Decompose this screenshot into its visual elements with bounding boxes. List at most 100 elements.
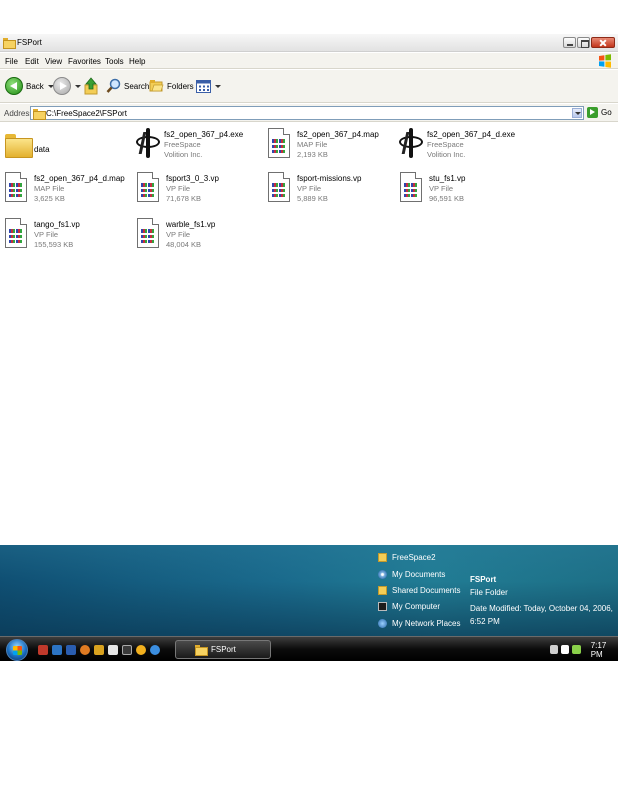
quicklaunch-word-icon[interactable] [66, 645, 76, 655]
file-item-warble-fs1-vp[interactable]: warble_fs1.vp VP File 48,004 KB [137, 218, 267, 262]
place-my-network-places[interactable]: My Network Places [378, 619, 460, 628]
vp-file-icon [137, 218, 159, 248]
file-item-fs2-open-map[interactable]: fs2_open_367_p4.map MAP File 2,193 KB [268, 128, 398, 172]
place-freespace2[interactable]: FreeSpace2 [378, 553, 436, 562]
quicklaunch-aim-icon[interactable] [136, 645, 146, 655]
quicklaunch-media-icon[interactable] [150, 645, 160, 655]
menu-tools[interactable]: Tools [105, 57, 124, 66]
file-name: fsport3_0_3.vp [166, 174, 219, 183]
menu-bar: File Edit View Favorites Tools Help [0, 53, 618, 69]
selection-details: FSPort File Folder Date Modified: Today,… [470, 573, 618, 628]
folders-icon [149, 80, 164, 92]
taskbar: FSPort 7:17 PM [0, 636, 618, 661]
up-folder-button[interactable] [84, 76, 98, 96]
computer-icon [378, 602, 387, 611]
file-item-stu-fs1-vp[interactable]: stu_fs1.vp VP File 96,591 KB [400, 172, 530, 216]
menu-edit[interactable]: Edit [25, 57, 39, 66]
search-button[interactable]: Search [106, 76, 149, 96]
quicklaunch-ie-icon[interactable] [52, 645, 62, 655]
address-input[interactable]: C:\FreeSpace2\FSPort [30, 106, 584, 120]
file-name: fs2_open_367_p4_d.exe [427, 130, 516, 139]
minimize-button[interactable] [563, 37, 576, 48]
place-label: FreeSpace2 [392, 553, 436, 562]
views-button[interactable] [196, 76, 221, 96]
folder-icon [3, 38, 16, 49]
file-type: FreeSpace [427, 140, 464, 149]
file-name: stu_fs1.vp [429, 174, 466, 183]
place-my-documents[interactable]: My Documents [378, 570, 445, 579]
taskbar-button-label: FSPort [211, 645, 236, 654]
folder-icon [378, 586, 387, 595]
tray-network-icon[interactable] [572, 645, 581, 654]
toolbar: Back Search Folders [0, 70, 618, 103]
selected-type: File Folder [470, 588, 508, 597]
clock[interactable]: 7:17 PM [591, 641, 618, 659]
quicklaunch-app-icon[interactable] [94, 645, 104, 655]
menu-favorites[interactable]: Favorites [68, 57, 101, 66]
file-size: 3,625 KB [34, 194, 65, 203]
views-icon [196, 79, 211, 93]
file-type: MAP File [297, 140, 328, 149]
file-type: VP File [429, 184, 454, 193]
place-label: My Network Places [392, 619, 461, 628]
folder-icon [5, 134, 33, 158]
file-size: 96,591 KB [429, 194, 465, 203]
quicklaunch-desktop-icon[interactable] [122, 645, 132, 655]
vp-file-icon [400, 172, 422, 202]
file-item-fsport3-vp[interactable]: fsport3_0_3.vp VP File 71,678 KB [137, 172, 267, 216]
quicklaunch-acrobat-icon[interactable] [38, 645, 48, 655]
menu-help[interactable]: Help [129, 57, 145, 66]
address-bar: Address C:\FreeSpace2\FSPort Go [0, 104, 618, 122]
file-type: VP File [166, 230, 191, 239]
quicklaunch-firefox-icon[interactable] [80, 645, 90, 655]
up-folder-icon [84, 77, 98, 95]
maximize-button[interactable] [577, 37, 590, 48]
file-name: warble_fs1.vp [166, 220, 216, 229]
menu-view[interactable]: View [45, 57, 62, 66]
title-bar[interactable]: FSPort [0, 34, 618, 52]
file-item-fs2-open-d-map[interactable]: fs2_open_367_p4_d.map MAP File 3,625 KB [5, 172, 135, 216]
tray-chevron-icon[interactable] [550, 645, 559, 654]
file-name: fsport-missions.vp [297, 174, 362, 183]
search-label: Search [124, 81, 150, 91]
file-name: data [34, 145, 50, 154]
file-list: data fs2_open_367_p4.exe FreeSpace Volit… [0, 123, 618, 543]
quicklaunch-explorer-icon[interactable] [108, 645, 118, 655]
start-button[interactable] [6, 639, 28, 661]
back-button[interactable]: Back [5, 76, 54, 96]
file-publisher: Volition Inc. [164, 150, 203, 159]
place-shared-documents[interactable]: Shared Documents [378, 586, 460, 595]
go-button[interactable]: Go [587, 107, 612, 118]
network-icon [378, 619, 387, 628]
taskbar-button-fsport[interactable]: FSPort [175, 640, 271, 659]
file-item-fsport-missions-vp[interactable]: fsport-missions.vp VP File 5,889 KB [268, 172, 398, 216]
go-label: Go [601, 108, 612, 117]
search-icon [106, 78, 121, 93]
file-size: 5,889 KB [297, 194, 328, 203]
freespace-exe-icon [135, 128, 161, 158]
file-item-fs2-open-d-exe[interactable]: fs2_open_367_p4_d.exe FreeSpace Volition… [398, 128, 528, 172]
file-item-tango-fs1-vp[interactable]: tango_fs1.vp VP File 155,593 KB [5, 218, 135, 262]
vp-file-icon [268, 172, 290, 202]
tray-volume-icon[interactable] [561, 645, 570, 654]
file-type: MAP File [34, 184, 65, 193]
file-type: VP File [297, 184, 322, 193]
folder-icon [378, 553, 387, 562]
place-label: My Computer [392, 602, 441, 611]
folders-label: Folders [167, 81, 194, 91]
forward-button[interactable] [53, 76, 81, 96]
menu-file[interactable]: File [5, 57, 18, 66]
vp-file-icon [137, 172, 159, 202]
selected-name: FSPort [470, 575, 497, 584]
folders-button[interactable]: Folders [149, 76, 194, 96]
file-item-fs2-open-exe[interactable]: fs2_open_367_p4.exe FreeSpace Volition I… [135, 128, 265, 172]
address-label: Address [4, 109, 34, 118]
file-item-data[interactable]: data [5, 128, 135, 172]
file-name: fs2_open_367_p4.exe [164, 130, 244, 139]
file-type: VP File [34, 230, 59, 239]
forward-arrow-icon [53, 77, 71, 95]
address-dropdown-button[interactable] [572, 108, 582, 118]
file-name: fs2_open_367_p4_d.map [34, 174, 125, 183]
place-my-computer[interactable]: My Computer [378, 602, 440, 611]
close-button[interactable] [591, 37, 615, 48]
